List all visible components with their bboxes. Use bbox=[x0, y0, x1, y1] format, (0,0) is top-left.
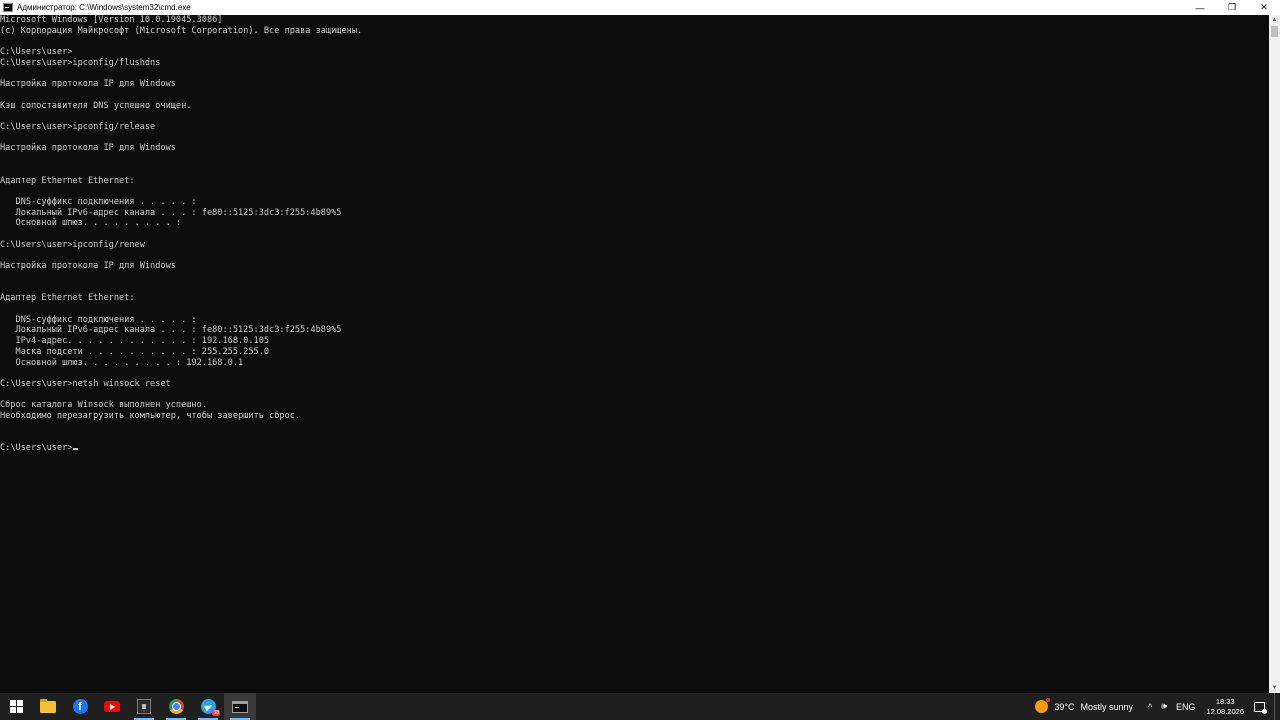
maximize-button[interactable]: ❐ bbox=[1216, 0, 1248, 15]
title-bar: Администратор: C:\Windows\system32\cmd.e… bbox=[0, 0, 1280, 15]
taskbar: f 38 39°C Mostly sunny ^ 🕪 ENG 18:33 12.… bbox=[0, 693, 1280, 720]
taskbar-telegram[interactable]: 38 bbox=[192, 693, 224, 720]
chevron-up-icon[interactable]: ^ bbox=[1148, 702, 1152, 712]
start-button[interactable] bbox=[0, 693, 32, 720]
youtube-icon bbox=[104, 701, 120, 712]
clock[interactable]: 18:33 12.08.2026 bbox=[1206, 697, 1244, 717]
weather-description[interactable]: Mostly sunny bbox=[1081, 702, 1134, 712]
language-indicator[interactable]: ENG bbox=[1176, 702, 1196, 712]
close-button[interactable]: ✕ bbox=[1248, 0, 1280, 15]
taskbar-facebook[interactable]: f bbox=[64, 693, 96, 720]
show-desktop-button[interactable] bbox=[1274, 693, 1280, 720]
system-tray: 39°C Mostly sunny ^ 🕪 ENG 18:33 12.08.20… bbox=[1035, 693, 1280, 720]
telegram-badge: 38 bbox=[212, 710, 220, 716]
clock-time: 18:33 bbox=[1215, 696, 1235, 706]
dark-app-icon bbox=[137, 699, 151, 714]
taskbar-chrome[interactable] bbox=[160, 693, 192, 720]
clock-date: 12.08.2026 bbox=[1206, 706, 1244, 716]
minimize-button[interactable]: — bbox=[1184, 0, 1216, 15]
cmd-app-icon bbox=[3, 3, 13, 12]
text-cursor bbox=[73, 448, 79, 451]
console-area[interactable]: Microsoft Windows [Version 10.0.19045.30… bbox=[0, 15, 1269, 693]
notification-icon[interactable] bbox=[1254, 701, 1267, 714]
taskbar-app[interactable] bbox=[128, 693, 160, 720]
scroll-down-arrow-icon[interactable]: ▼ bbox=[1269, 683, 1280, 693]
facebook-icon: f bbox=[72, 699, 88, 714]
taskbar-youtube[interactable] bbox=[96, 693, 128, 720]
console-prompt: C:\Users\user> bbox=[0, 443, 73, 454]
weather-temperature[interactable]: 39°C bbox=[1054, 702, 1074, 712]
scrollbar-thumb[interactable] bbox=[1271, 26, 1278, 37]
cmd-icon bbox=[232, 700, 248, 713]
taskbar-cmd[interactable] bbox=[224, 693, 256, 720]
volume-icon[interactable]: 🕪 bbox=[1161, 701, 1167, 712]
window-title: Администратор: C:\Windows\system32\cmd.e… bbox=[17, 3, 191, 12]
window-controls: — ❐ ✕ bbox=[1184, 0, 1280, 15]
scroll-up-arrow-icon[interactable]: ▲ bbox=[1269, 15, 1280, 25]
console-prompt-line[interactable]: C:\Users\user> bbox=[0, 443, 1269, 454]
windows-logo-icon bbox=[9, 700, 23, 713]
weather-sun-icon[interactable] bbox=[1035, 698, 1051, 713]
taskbar-file-explorer[interactable] bbox=[32, 693, 64, 720]
vertical-scrollbar[interactable]: ▲ ▼ bbox=[1269, 15, 1280, 693]
chrome-icon bbox=[168, 699, 184, 714]
console-output: Microsoft Windows [Version 10.0.19045.30… bbox=[0, 15, 363, 422]
folder-icon bbox=[40, 698, 56, 713]
